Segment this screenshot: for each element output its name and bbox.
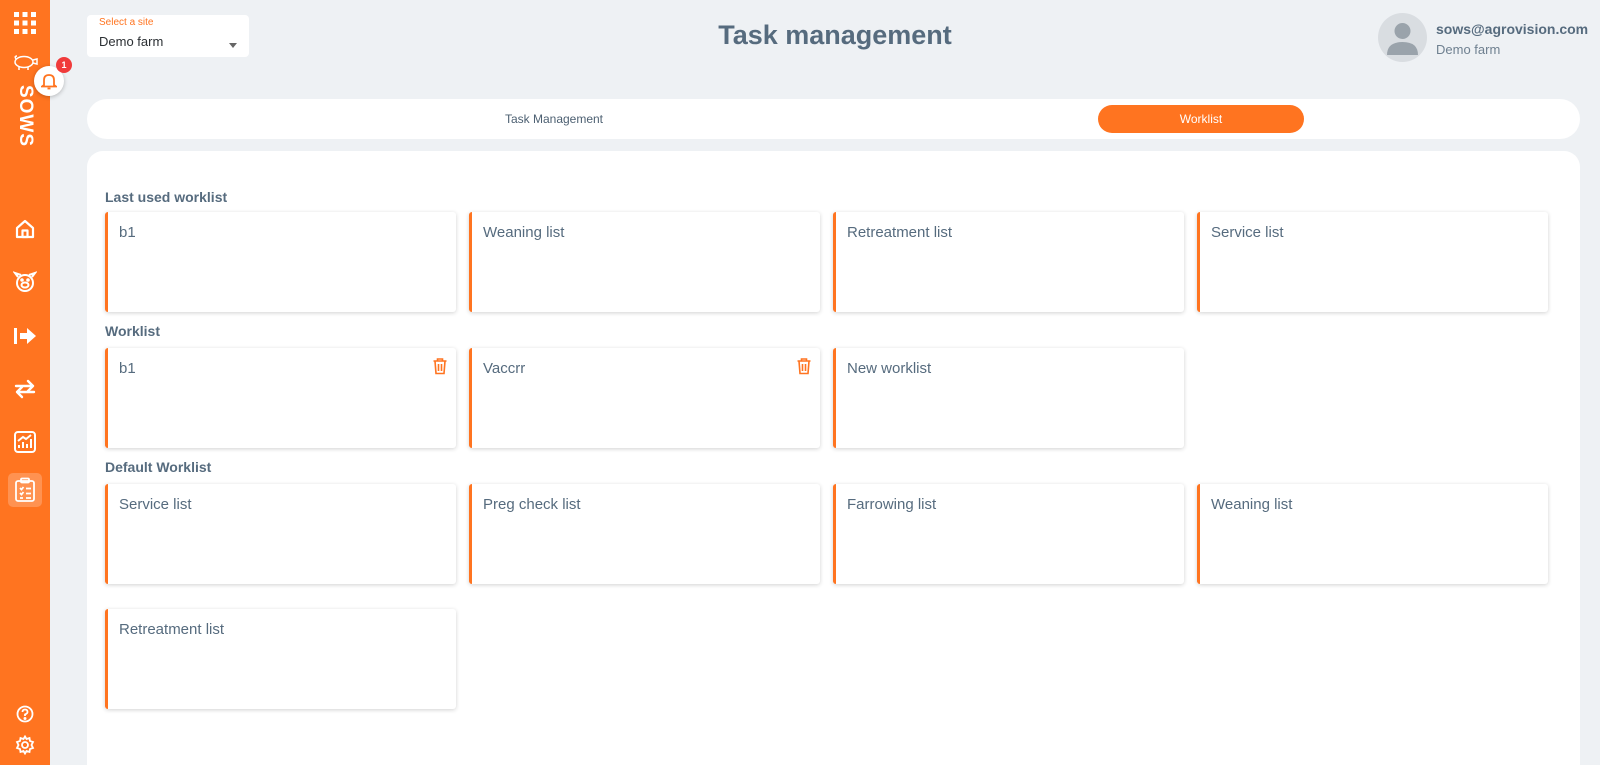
tab-worklist[interactable]: Worklist bbox=[1098, 105, 1304, 133]
user-avatar-icon bbox=[1387, 23, 1418, 55]
card-title: New worklist bbox=[847, 360, 932, 377]
site-select[interactable]: Select a site Demo farm bbox=[87, 15, 249, 57]
worklist-card[interactable]: b1 bbox=[105, 212, 456, 312]
tab-bar: Task Management Worklist bbox=[87, 99, 1580, 139]
card-title: Preg check list bbox=[483, 496, 581, 513]
help-icon[interactable] bbox=[0, 704, 50, 724]
tab-task-management[interactable]: Task Management bbox=[349, 105, 759, 133]
settings-icon[interactable] bbox=[0, 734, 50, 756]
card-title: Vaccrr bbox=[483, 360, 526, 377]
card-title: b1 bbox=[119, 224, 136, 241]
transfer-arrows-icon[interactable] bbox=[0, 377, 50, 401]
bell-icon bbox=[41, 74, 57, 90]
card-title: Service list bbox=[1211, 224, 1284, 241]
site-select-label: Select a site bbox=[99, 17, 154, 28]
card-title: Retreatment list bbox=[119, 621, 225, 638]
section-title-default: Default Worklist bbox=[105, 459, 212, 475]
card-title: Weaning list bbox=[1211, 496, 1293, 513]
site-select-value: Demo farm bbox=[99, 34, 164, 49]
section-title-last-used: Last used worklist bbox=[105, 189, 228, 205]
card-title: Service list bbox=[119, 496, 192, 513]
user-farm: Demo farm bbox=[1436, 42, 1501, 57]
card-title: Weaning list bbox=[483, 224, 565, 241]
trash-icon[interactable] bbox=[431, 357, 449, 375]
exit-arrow-icon[interactable] bbox=[0, 324, 50, 348]
reports-chart-icon[interactable] bbox=[0, 430, 50, 454]
worklist-card[interactable]: Weaning list bbox=[469, 212, 820, 312]
trash-icon[interactable] bbox=[795, 357, 813, 375]
caret-down-icon bbox=[229, 43, 237, 48]
card-title: Farrowing list bbox=[847, 496, 937, 513]
home-icon[interactable] bbox=[0, 217, 50, 241]
worklist-card[interactable]: Vaccrr bbox=[469, 348, 820, 448]
new-worklist-card[interactable]: New worklist bbox=[833, 348, 1184, 448]
page-title: Task management bbox=[718, 20, 952, 50]
clipboard-icon[interactable] bbox=[8, 473, 42, 507]
worklist-card[interactable]: Farrowing list bbox=[833, 484, 1184, 584]
card-title: b1 bbox=[119, 360, 136, 377]
worklist-card[interactable]: Service list bbox=[105, 484, 456, 584]
worklist-panel: Last used worklist b1 Weaning list Retre… bbox=[87, 151, 1580, 765]
notification-count-badge: 1 bbox=[56, 57, 72, 73]
worklist-card[interactable]: Weaning list bbox=[1197, 484, 1548, 584]
section-title-worklist: Worklist bbox=[105, 323, 160, 339]
sidebar: SOWS bbox=[0, 0, 50, 765]
user-email: sows@agrovision.com bbox=[1436, 21, 1589, 37]
worklist-card[interactable]: Retreatment list bbox=[833, 212, 1184, 312]
card-title: Retreatment list bbox=[847, 224, 953, 241]
worklist-card[interactable]: Retreatment list bbox=[105, 609, 456, 709]
avatar[interactable] bbox=[1378, 13, 1427, 62]
worklist-card[interactable]: b1 bbox=[105, 348, 456, 448]
brand-label: SOWS bbox=[15, 84, 36, 148]
worklist-card[interactable]: Service list bbox=[1197, 212, 1548, 312]
worklist-card[interactable]: Preg check list bbox=[469, 484, 820, 584]
apps-grid-icon[interactable] bbox=[0, 11, 50, 35]
sow-face-icon[interactable] bbox=[0, 270, 50, 294]
